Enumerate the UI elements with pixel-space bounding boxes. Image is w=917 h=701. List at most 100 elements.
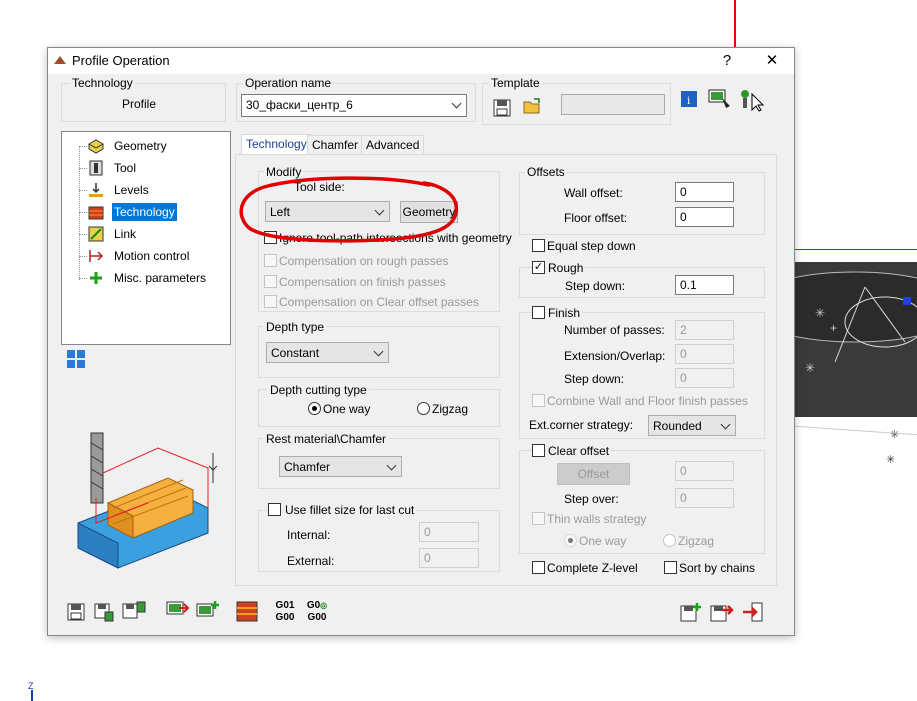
add-simulate-icon[interactable]: [196, 600, 220, 620]
layout-grid-icon[interactable]: [66, 349, 86, 369]
corner-strategy-label: Ext.corner strategy:: [529, 418, 634, 432]
wall-offset-field[interactable]: 0: [675, 182, 734, 202]
open-folder-icon[interactable]: [522, 96, 542, 116]
save-next-icon[interactable]: [710, 602, 734, 622]
save-template-icon[interactable]: [492, 98, 512, 118]
depth-type-value: Constant: [271, 346, 320, 360]
floor-offset-field[interactable]: 0: [675, 207, 734, 227]
tree-line: [79, 146, 80, 280]
clear-one-way-radio[interactable]: [564, 534, 577, 547]
internal-field[interactable]: 0: [419, 522, 479, 542]
clear-zigzag-radio[interactable]: [663, 534, 676, 547]
corner-strategy-value: Rounded: [653, 419, 702, 433]
tab-technology[interactable]: Technology: [241, 134, 312, 156]
simulate-icon[interactable]: [166, 600, 190, 620]
fillet-label: Use fillet size for last cut: [283, 503, 417, 517]
comp-rough-checkbox[interactable]: [264, 254, 277, 267]
title-bar[interactable]: Profile Operation ? ✕: [48, 48, 794, 74]
annotation-circle: [239, 176, 459, 243]
zigzag-radio[interactable]: [417, 402, 430, 415]
tree-line: [79, 212, 87, 213]
external-label: External:: [287, 554, 335, 568]
passes-field[interactable]: 2: [675, 320, 734, 340]
tool-icon: [89, 160, 103, 176]
close-button[interactable]: ✕: [757, 50, 787, 72]
corner-strategy-select[interactable]: Rounded: [648, 415, 736, 436]
info-icon[interactable]: i: [681, 91, 697, 107]
extension-field[interactable]: 0: [675, 344, 734, 364]
comp-clear-checkbox[interactable]: [264, 295, 277, 308]
svg-text:✳: ✳: [805, 361, 815, 375]
zigzag-label: Zigzag: [432, 402, 469, 416]
gcode-g00-icon[interactable]: G0◎ G00: [306, 600, 328, 624]
app-icon: [54, 56, 66, 64]
view-tool-icon[interactable]: [708, 88, 732, 110]
operation-name-combo[interactable]: 30_фаски_центр_6: [241, 94, 467, 117]
one-way-radio[interactable]: [308, 402, 321, 415]
save-add-icon[interactable]: [680, 602, 702, 622]
tree-line: [79, 278, 87, 279]
save-calculate-all-icon[interactable]: [122, 600, 146, 620]
tree-line: [79, 256, 87, 257]
sort-chains-label: Sort by chains: [679, 561, 756, 575]
tab-chamfer[interactable]: Chamfer: [307, 135, 364, 155]
combine-checkbox[interactable]: [532, 394, 545, 407]
axis-z-line: [31, 690, 33, 701]
offset-field[interactable]: 0: [675, 461, 734, 481]
g01-text: G01: [275, 600, 295, 611]
tree-item-label: Geometry: [114, 139, 167, 153]
finish-step-field[interactable]: 0: [675, 368, 734, 388]
operation-name-value: 30_фаски_центр_6: [246, 98, 353, 112]
template-field[interactable]: [561, 94, 665, 115]
combine-label: Combine Wall and Floor finish passes: [547, 394, 748, 408]
tree-line: [79, 146, 87, 147]
technology-stack-icon[interactable]: [236, 600, 258, 622]
fillet-checkbox[interactable]: [268, 503, 281, 516]
tree-line: [79, 190, 87, 191]
step-over-field[interactable]: 0: [675, 488, 734, 508]
save-icon[interactable]: [66, 602, 86, 622]
tree-item-label: Technology: [112, 203, 177, 221]
rough-step-field[interactable]: 0.1: [675, 275, 734, 295]
tree-item-label: Misc. parameters: [114, 271, 207, 285]
rest-material-value: Chamfer: [284, 460, 331, 474]
offset-button[interactable]: Offset: [557, 463, 630, 485]
gcode-g01-icon[interactable]: G01 G00: [274, 600, 296, 624]
external-field[interactable]: 0: [419, 548, 479, 568]
rest-material-select[interactable]: Chamfer: [279, 456, 402, 477]
clear-offset-checkbox[interactable]: [532, 444, 545, 457]
chevron-down-icon: [373, 346, 384, 357]
svg-text:+: +: [830, 321, 837, 335]
sort-chains-checkbox[interactable]: [664, 561, 677, 574]
depth-type-select[interactable]: Constant: [266, 342, 389, 363]
passes-label: Number of passes:: [564, 323, 665, 337]
chevron-down-icon: [386, 460, 397, 471]
pick-tool-icon[interactable]: [738, 88, 764, 112]
g0-text: G0: [306, 600, 321, 611]
rough-step-label: Step down:: [565, 279, 626, 293]
complete-z-checkbox[interactable]: [532, 561, 545, 574]
clear-zigzag-label: Zigzag: [678, 534, 715, 548]
extension-label: Extension/Overlap:: [564, 349, 666, 363]
tree-item-label: Motion control: [114, 249, 190, 263]
comp-finish-checkbox[interactable]: [264, 275, 277, 288]
tree-item-label: Tool: [114, 161, 137, 175]
rough-label: Rough: [546, 261, 586, 275]
save-calculate-icon[interactable]: [94, 602, 114, 622]
thin-walls-checkbox[interactable]: [532, 512, 545, 525]
finish-checkbox[interactable]: [532, 306, 545, 319]
technology-value: Profile: [122, 97, 157, 111]
offsets-label: Offsets: [525, 165, 567, 179]
rough-checkbox[interactable]: ✓: [532, 261, 545, 274]
comp-finish-label: Compensation on finish passes: [279, 275, 446, 289]
internal-label: Internal:: [287, 528, 331, 542]
technology-group-label: Technology: [70, 76, 135, 90]
finish-step-label: Step down:: [564, 372, 625, 386]
complete-z-label: Complete Z-level: [547, 561, 638, 575]
tab-advanced[interactable]: Advanced: [361, 135, 425, 155]
help-button[interactable]: ?: [712, 50, 742, 72]
exit-icon[interactable]: [742, 602, 764, 622]
equal-step-checkbox[interactable]: [532, 239, 545, 252]
clear-one-way-label: One way: [579, 534, 627, 548]
finish-label: Finish: [546, 306, 583, 320]
